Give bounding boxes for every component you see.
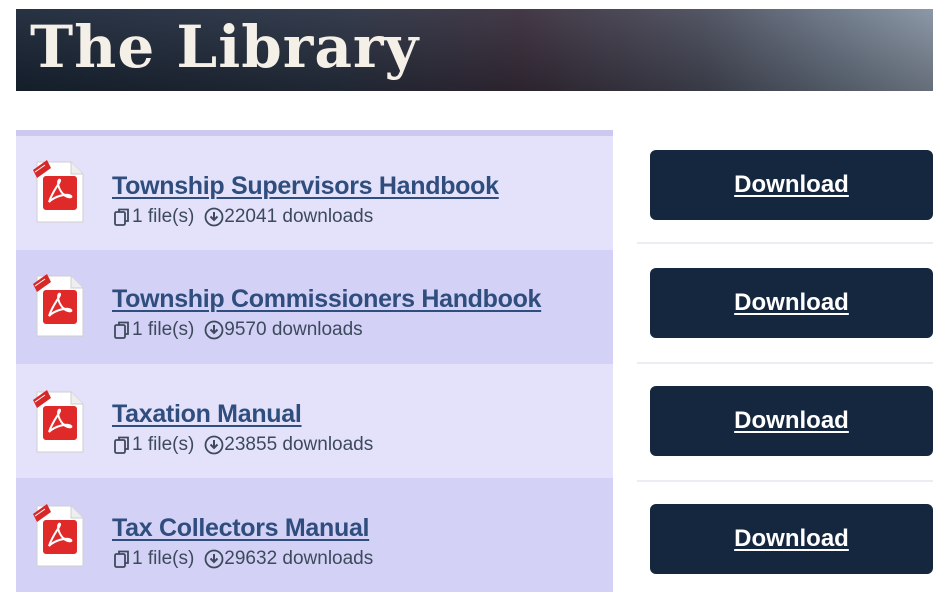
- download-count: 23855 downloads: [224, 434, 374, 455]
- pdf-icon: [33, 390, 84, 453]
- files-icon: [114, 436, 129, 454]
- download-count: 22041 downloads: [224, 206, 374, 227]
- document-title-link[interactable]: Township Commissioners Handbook: [112, 285, 541, 314]
- files-icon: [114, 208, 129, 226]
- download-button[interactable]: Download: [650, 268, 933, 338]
- download-button[interactable]: Download: [650, 504, 933, 574]
- page-title: The Library: [30, 13, 420, 81]
- pdf-icon: [33, 274, 84, 337]
- file-count: 1 file(s): [132, 548, 195, 569]
- document-title-link[interactable]: Tax Collectors Manual: [112, 514, 370, 543]
- download-count-icon: [204, 207, 224, 227]
- row-divider: [637, 362, 933, 364]
- list-item: Tax Collectors Manual 1 file(s) 29632 do…: [16, 478, 613, 592]
- download-count-icon: [204, 435, 224, 455]
- download-count: 9570 downloads: [224, 319, 363, 340]
- document-meta: 1 file(s) 9570 downloads: [112, 319, 363, 341]
- document-meta: 1 file(s) 23855 downloads: [112, 434, 373, 456]
- file-count: 1 file(s): [132, 434, 195, 455]
- document-title-link[interactable]: Taxation Manual: [112, 400, 302, 429]
- pdf-icon: [33, 504, 84, 567]
- download-button[interactable]: Download: [650, 150, 933, 220]
- row-divider: [637, 242, 933, 244]
- row-divider: [637, 480, 933, 482]
- download-column: Download Download Download Download: [637, 130, 933, 579]
- download-count: 29632 downloads: [224, 548, 374, 569]
- download-count-icon: [204, 320, 224, 340]
- download-button[interactable]: Download: [650, 386, 933, 456]
- list-item: Township Supervisors Handbook 1 file(s) …: [16, 136, 613, 250]
- files-icon: [114, 550, 129, 568]
- document-meta: 1 file(s) 29632 downloads: [112, 548, 373, 570]
- file-count: 1 file(s): [132, 206, 195, 227]
- document-meta: 1 file(s) 22041 downloads: [112, 206, 373, 228]
- list-item: Taxation Manual 1 file(s) 23855 download…: [16, 364, 613, 478]
- list-item: Township Commissioners Handbook 1 file(s…: [16, 250, 613, 364]
- document-title-link[interactable]: Township Supervisors Handbook: [112, 172, 499, 201]
- files-icon: [114, 321, 129, 339]
- download-count-icon: [204, 549, 224, 569]
- document-list: Township Supervisors Handbook 1 file(s) …: [16, 130, 613, 592]
- file-count: 1 file(s): [132, 319, 195, 340]
- pdf-icon: [33, 160, 84, 223]
- library-banner: The Library: [16, 9, 933, 91]
